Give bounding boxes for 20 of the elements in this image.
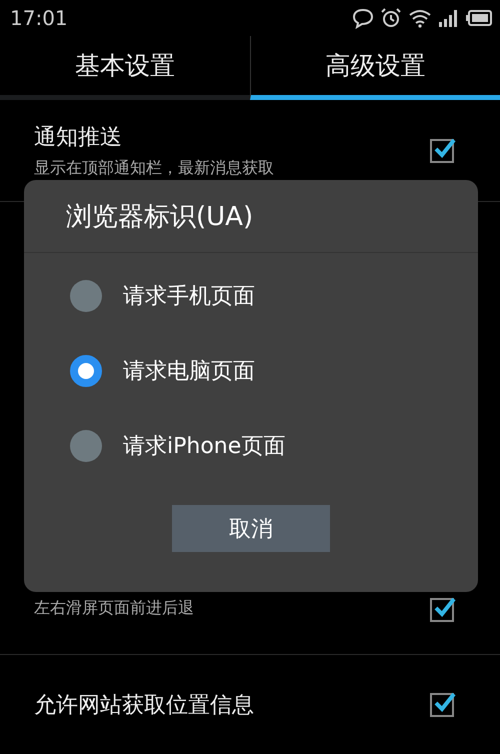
wifi-icon [408, 8, 432, 28]
radio-option[interactable]: 请求手机页面 [24, 258, 478, 333]
radio-option[interactable]: 请求iPhone页面 [24, 408, 478, 483]
checkbox[interactable] [430, 138, 454, 162]
battery-icon [466, 10, 492, 26]
setting-subtitle: 左右滑屏页面前进后退 [34, 598, 195, 619]
checkbox[interactable] [430, 692, 454, 716]
dialog-title: 浏览器标识(UA) [66, 200, 254, 234]
chat-icon [352, 7, 374, 29]
alarm-icon [380, 7, 402, 29]
tab[interactable]: 高级设置 [250, 36, 500, 100]
cancel-button[interactable]: 取消 [172, 505, 330, 552]
radio-option[interactable]: 请求电脑页面 [24, 333, 478, 408]
setting-title: 通知推送 [34, 124, 123, 152]
setting-title: 允许网站获取位置信息 [34, 692, 255, 720]
tab[interactable]: 基本设置 [0, 36, 250, 100]
setting-subtitle: 显示在顶部通知栏，最新消息获取 [34, 158, 275, 179]
clock: 17:01 [10, 6, 68, 30]
signal-icon [438, 8, 460, 28]
checkbox[interactable] [430, 598, 454, 622]
